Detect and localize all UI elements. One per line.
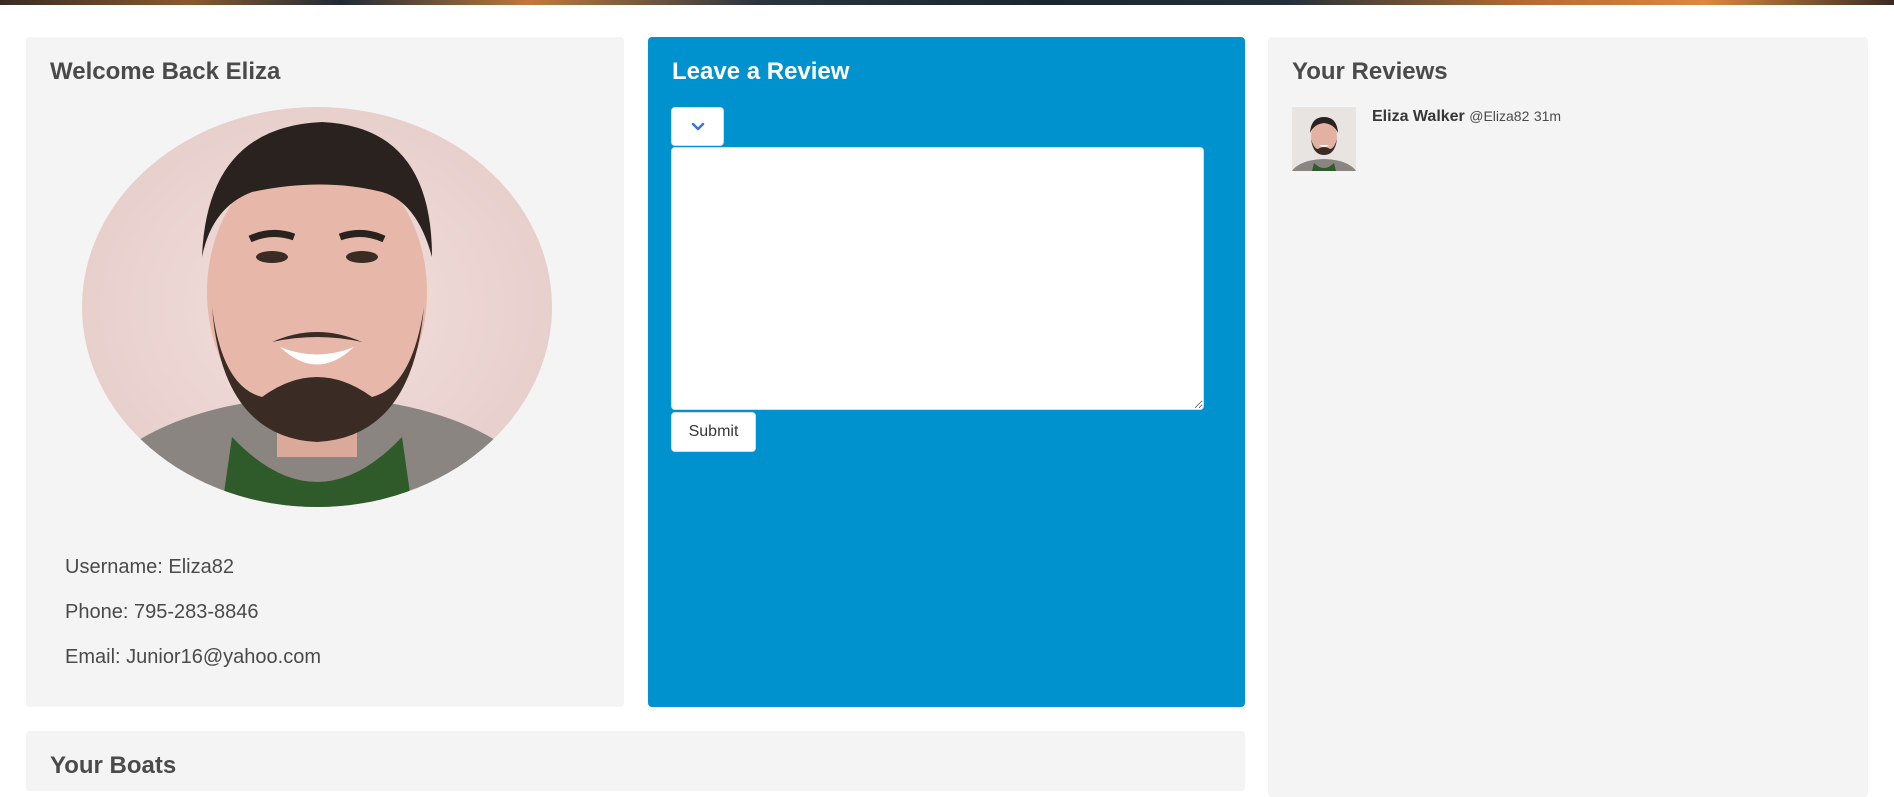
avatar (1292, 107, 1356, 171)
rating-select[interactable] (671, 107, 724, 146)
review-time: 31m (1533, 108, 1562, 124)
review-item: Eliza Walker @Eliza82 31m (1292, 107, 1852, 173)
review-textarea[interactable] (671, 147, 1204, 410)
leave-review-card: Leave a Review Submit (648, 37, 1245, 707)
your-reviews-title: Your Reviews (1292, 58, 1448, 85)
avatar-portrait-illustration (1292, 107, 1356, 171)
chevron-down-icon (691, 122, 704, 130)
phone-text: Phone: 795-283-8846 (65, 601, 259, 623)
review-meta: Eliza Walker @Eliza82 31m (1372, 108, 1561, 126)
your-boats-card: Your Boats (26, 731, 1245, 791)
profile-portrait-illustration (82, 122, 552, 507)
hero-image-strip (0, 0, 1894, 5)
review-author[interactable]: Eliza Walker (1372, 108, 1465, 125)
welcome-title: Welcome Back Eliza (50, 58, 281, 85)
profile-photo (82, 107, 552, 507)
welcome-card: Welcome Back Eliza Username: Eliza82 Pho… (26, 37, 624, 707)
your-boats-title: Your Boats (50, 752, 177, 779)
review-handle: @Eliza82 (1469, 108, 1530, 124)
email-text: Email: Junior16@yahoo.com (65, 646, 321, 668)
leave-review-title: Leave a Review (672, 58, 850, 85)
your-reviews-card: Your Reviews Eliza Walker @Eliza82 31m (1268, 37, 1868, 797)
submit-button[interactable]: Submit (671, 412, 756, 452)
username-text: Username: Eliza82 (65, 556, 234, 578)
